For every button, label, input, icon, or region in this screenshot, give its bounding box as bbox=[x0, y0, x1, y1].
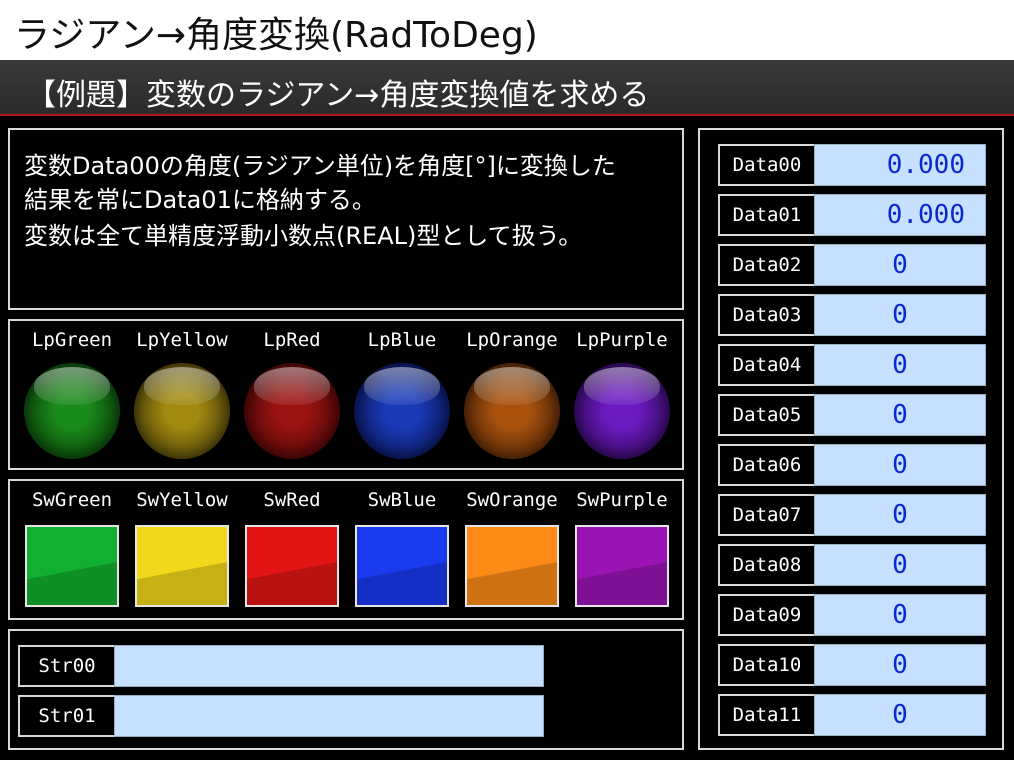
lamp-label: LpRed bbox=[263, 329, 321, 351]
toggle-switch[interactable] bbox=[355, 525, 449, 607]
switch-label: SwRed bbox=[263, 489, 321, 511]
data-label: Data08 bbox=[718, 544, 816, 586]
switch-panel: SwGreen SwYellow SwRed SwBlue SwOrange SwPurp… bbox=[8, 479, 684, 620]
lamp-label: LpOrange bbox=[466, 329, 558, 351]
data-label: Data02 bbox=[718, 244, 816, 286]
data-label: Data05 bbox=[718, 394, 816, 436]
toggle-switch[interactable] bbox=[25, 525, 119, 607]
string-label: Str01 bbox=[18, 695, 116, 737]
data-value-field[interactable]: 0 bbox=[814, 294, 986, 336]
data-value-field[interactable]: 0 bbox=[814, 544, 986, 586]
lamp-label: LpGreen bbox=[31, 329, 113, 351]
string-panel: Str00 Str01 bbox=[8, 629, 684, 750]
data-label: Data03 bbox=[718, 294, 816, 336]
switch-label: SwOrange bbox=[466, 489, 558, 511]
toggle-switch[interactable] bbox=[245, 525, 339, 607]
string-label: Str00 bbox=[18, 645, 116, 687]
indicator-lamp bbox=[354, 363, 450, 459]
toggle-switch[interactable] bbox=[575, 525, 669, 607]
description-line: 変数は全て単精度浮動小数点(REAL)型として扱う。 bbox=[24, 222, 583, 250]
lamp-label: LpBlue bbox=[367, 329, 437, 351]
lamp-label: LpYellow bbox=[136, 329, 228, 351]
data-label: Data10 bbox=[718, 644, 816, 686]
string-field[interactable] bbox=[114, 645, 544, 687]
data-value-field[interactable]: 0 bbox=[814, 694, 986, 736]
switch-label: SwPurple bbox=[576, 489, 668, 511]
data-label: Data00 bbox=[718, 144, 816, 186]
data-value-field[interactable]: 0 bbox=[814, 244, 986, 286]
description-panel: 変数Data00の角度(ラジアン単位)を角度[°]に変換した 結果を常にData… bbox=[8, 128, 684, 310]
indicator-lamp bbox=[134, 363, 230, 459]
lamp-label: LpPurple bbox=[576, 329, 668, 351]
description-line: 変数Data00の角度(ラジアン単位)を角度[°]に変換した bbox=[24, 152, 616, 180]
description-line: 結果を常にData01に格納する。 bbox=[24, 186, 376, 214]
switch-label: SwBlue bbox=[367, 489, 437, 511]
page-subtitle: 【例題】変数のラジアン→角度変換値を求める bbox=[26, 78, 650, 113]
string-field[interactable] bbox=[114, 695, 544, 737]
title-bar: ラジアン→角度変換(RadToDeg) bbox=[0, 0, 1014, 60]
switch-label: SwGreen bbox=[31, 489, 113, 511]
data-value-field[interactable]: 0.000 bbox=[814, 144, 986, 186]
indicator-lamp bbox=[244, 363, 340, 459]
switch-label: SwYellow bbox=[136, 489, 228, 511]
toggle-switch[interactable] bbox=[465, 525, 559, 607]
indicator-lamp bbox=[574, 363, 670, 459]
data-label: Data11 bbox=[718, 694, 816, 736]
data-value-field[interactable]: 0 bbox=[814, 444, 986, 486]
toggle-switch[interactable] bbox=[135, 525, 229, 607]
subtitle-bar: 【例題】変数のラジアン→角度変換値を求める bbox=[0, 60, 1014, 116]
data-label: Data01 bbox=[718, 194, 816, 236]
data-value-field[interactable]: 0.000 bbox=[814, 194, 986, 236]
data-label: Data04 bbox=[718, 344, 816, 386]
lamp-panel: LpGreen LpYellow LpRed LpBlue LpOrange LpPurp… bbox=[8, 319, 684, 470]
data-panel: Data00 0.000 Data01 0.000 Data02 0 Data03 0 Data… bbox=[698, 128, 1004, 750]
page-title: ラジアン→角度変換(RadToDeg) bbox=[14, 15, 538, 56]
data-label: Data09 bbox=[718, 594, 816, 636]
data-value-field[interactable]: 0 bbox=[814, 344, 986, 386]
data-label: Data07 bbox=[718, 494, 816, 536]
indicator-lamp bbox=[24, 363, 120, 459]
data-value-field[interactable]: 0 bbox=[814, 494, 986, 536]
data-value-field[interactable]: 0 bbox=[814, 594, 986, 636]
data-value-field[interactable]: 0 bbox=[814, 394, 986, 436]
data-value-field[interactable]: 0 bbox=[814, 644, 986, 686]
indicator-lamp bbox=[464, 363, 560, 459]
data-label: Data06 bbox=[718, 444, 816, 486]
